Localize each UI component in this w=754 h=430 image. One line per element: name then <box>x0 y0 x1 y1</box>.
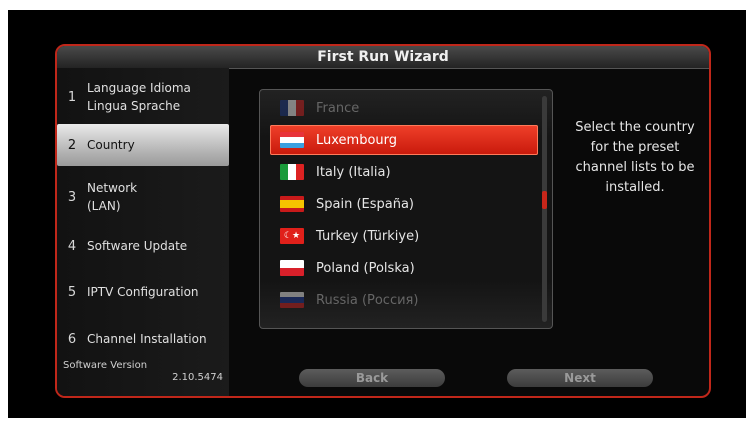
step-label: Network (LAN) <box>87 179 137 215</box>
step-network[interactable]: 3 Network (LAN) <box>57 174 229 220</box>
software-version-value: 2.10.5474 <box>172 372 223 383</box>
country-name: Luxembourg <box>316 132 398 148</box>
list-item-russia[interactable]: Russia (Россия) <box>270 285 538 315</box>
country-name: Italy (Italia) <box>316 164 391 180</box>
russia-flag-icon <box>280 292 304 308</box>
help-text: Select the country for the preset channe… <box>575 120 695 195</box>
step-number: 1 <box>67 89 77 105</box>
list-item-france[interactable]: France <box>270 93 538 123</box>
step-number: 3 <box>67 189 77 205</box>
list-item-turkey[interactable]: ☾★ Turkey (Türkiye) <box>270 221 538 251</box>
step-label: Software Update <box>87 239 188 253</box>
software-version-label: Software Version <box>63 360 148 371</box>
step-number: 5 <box>67 284 77 300</box>
step-label-line: (LAN) <box>87 199 121 213</box>
tv-screen: First Run Wizard 1 Language Idioma Lingu… <box>8 10 746 418</box>
list-item-italy[interactable]: Italy (Italia) <box>270 157 538 187</box>
turkey-flag-icon: ☾★ <box>280 228 304 244</box>
step-label: Language Idioma Lingua Sprache <box>87 79 191 115</box>
step-language[interactable]: 1 Language Idioma Lingua Sprache <box>57 74 229 120</box>
list-item-poland[interactable]: Poland (Polska) <box>270 253 538 283</box>
country-list[interactable]: France Luxembourg Italy (Italia) Spain (… <box>259 89 553 329</box>
step-iptv-configuration[interactable]: 5 IPTV Configuration <box>57 269 229 315</box>
country-name: France <box>316 100 360 116</box>
step-number: 6 <box>67 331 77 347</box>
step-country[interactable]: 2 Country <box>57 124 229 166</box>
wizard-steps-sidebar: 1 Language Idioma Lingua Sprache 2 Count… <box>57 68 229 396</box>
step-number: 4 <box>67 238 77 254</box>
step-label: Channel Installation <box>87 332 207 346</box>
step-label-line: Network <box>87 181 138 195</box>
wizard-title: First Run Wizard <box>57 46 709 69</box>
step-label-line: Language Idioma <box>87 81 191 95</box>
country-name: Turkey (Türkiye) <box>316 228 420 244</box>
next-button[interactable]: Next <box>507 369 653 387</box>
step-channel-installation[interactable]: 6 Channel Installation <box>57 316 229 362</box>
list-scrollbar[interactable] <box>542 96 547 322</box>
list-item-luxembourg[interactable]: Luxembourg <box>270 125 538 155</box>
step-label: Country <box>87 138 135 152</box>
country-name: Spain (España) <box>316 196 415 212</box>
step-number: 2 <box>67 137 77 153</box>
luxembourg-flag-icon <box>280 132 304 148</box>
step-label: IPTV Configuration <box>87 285 199 299</box>
step-software-update[interactable]: 4 Software Update <box>57 223 229 269</box>
step-label-line: Lingua Sprache <box>87 99 181 113</box>
list-item-spain[interactable]: Spain (España) <box>270 189 538 219</box>
software-version: Software Version 2.10.5474 <box>63 360 223 383</box>
poland-flag-icon <box>280 260 304 276</box>
italy-flag-icon <box>280 164 304 180</box>
france-flag-icon <box>280 100 304 116</box>
wizard-window: First Run Wizard 1 Language Idioma Lingu… <box>55 44 711 398</box>
country-name: Poland (Polska) <box>316 260 415 276</box>
country-name: Russia (Россия) <box>316 292 419 308</box>
back-button[interactable]: Back <box>299 369 445 387</box>
scrollbar-thumb[interactable] <box>542 191 547 209</box>
spain-flag-icon <box>280 196 304 212</box>
